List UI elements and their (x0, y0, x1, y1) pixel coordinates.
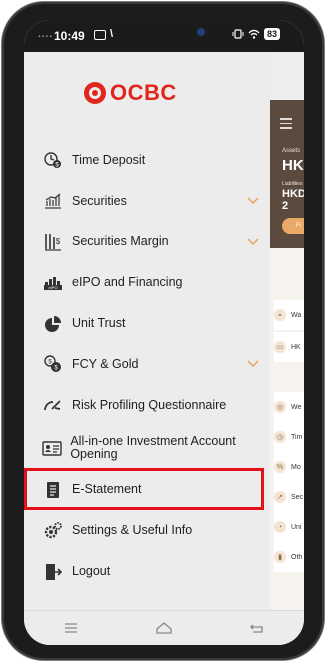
menu-item-label: Securities Margin (72, 234, 169, 249)
unit-trust-pie-icon (42, 313, 64, 335)
liabilities-value: HKD 2 (282, 188, 304, 212)
dashboard-row[interactable]: ↗ Sec (274, 482, 304, 512)
front-camera (197, 28, 205, 36)
bars-icon: ▮ (274, 551, 286, 563)
dashboard-row[interactable]: ▮ Oth (274, 542, 304, 572)
menu-item-label: Settings & Useful Info (72, 523, 193, 538)
clock-icon: ◷ (274, 431, 286, 443)
dashboard-row[interactable]: ◔ Uni (274, 512, 304, 542)
background-dashboard: Assets HKD Liabilities HKD 2 Fl ▪Wa ▭HK … (270, 100, 304, 610)
percent-icon: % (274, 461, 286, 473)
dashboard-row[interactable]: ▪ Wa (274, 300, 304, 330)
menu-nav-icon[interactable] (51, 618, 91, 638)
account-opening-icon (42, 437, 62, 459)
logout-icon (42, 561, 64, 583)
home-nav-icon[interactable] (144, 618, 184, 638)
status-time: 10:49 (54, 29, 85, 43)
assets-label: Assets (282, 148, 301, 154)
side-drawer: OCBC $ Time Deposit Securities $ Securit… (24, 52, 270, 610)
chevron-down-icon[interactable] (246, 193, 260, 207)
chevron-down-icon[interactable] (246, 234, 260, 248)
status-misc: \ (110, 28, 114, 40)
menu-item-securities-margin[interactable]: $ Securities Margin (24, 222, 270, 263)
menu-item-securities[interactable]: Securities (24, 181, 270, 222)
menu-item-unit-trust[interactable]: Unit Trust (24, 303, 270, 344)
menu-item-settings[interactable]: Settings & Useful Info (24, 510, 270, 551)
menu-item-eipo[interactable]: eIPO eIPO and Financing (24, 262, 270, 303)
dashboard-row[interactable]: % Mo (274, 452, 304, 482)
menu-item-label: eIPO and Financing (72, 275, 183, 290)
back-nav-icon[interactable] (237, 618, 277, 638)
dashboard-row[interactable]: ▭ HK (274, 332, 304, 362)
menu-item-label: All-in-one Investment Account Opening (70, 433, 236, 461)
liabilities-label: Liabilities (282, 181, 303, 187)
assets-currency: HKD (282, 157, 304, 174)
menu-item-label: Unit Trust (72, 316, 126, 331)
wealth-icon: ◎ (274, 401, 286, 413)
card-icon: ▭ (274, 341, 286, 353)
menu-item-time-deposit[interactable]: $ Time Deposit (24, 140, 270, 181)
phone-frame: .... 10:49 \ 83 Assets HKD Liabilities H… (2, 2, 324, 660)
android-nav-bar (24, 610, 304, 645)
chevron-down-icon[interactable] (246, 356, 260, 370)
dashboard-pill-button[interactable]: Fl (282, 218, 304, 234)
status-right: 83 (232, 28, 280, 40)
menu-item-fcy-gold[interactable]: $ $ FCY & Gold (24, 344, 270, 385)
signal-dots: .... (38, 29, 54, 40)
svg-text:$: $ (56, 237, 61, 246)
dashboard-row[interactable]: ◷ Tim (274, 422, 304, 452)
wallet-icon: ▪ (274, 309, 286, 321)
screen: .... 10:49 \ 83 Assets HKD Liabilities H… (24, 20, 304, 645)
chart-icon: ↗ (274, 491, 286, 503)
dashboard-header: Assets HKD Liabilities HKD 2 Fl (270, 100, 304, 248)
securities-margin-icon: $ (42, 231, 64, 253)
hamburger-icon (280, 118, 292, 132)
status-bar: .... 10:49 \ 83 (24, 20, 304, 52)
vibrate-icon (232, 29, 244, 39)
menu-item-label: Risk Profiling Questionnaire (72, 397, 227, 412)
menu-item-risk-profiling[interactable]: Risk Profiling Questionnaire (24, 385, 270, 426)
svg-text:eIPO: eIPO (48, 285, 57, 290)
ocbc-logo-text: OCBC (110, 80, 177, 105)
menu-item-label: Logout (72, 564, 111, 579)
e-statement-highlight-box (24, 468, 264, 510)
pie-icon: ◔ (274, 521, 286, 533)
settings-gear-icon (42, 520, 64, 542)
ocbc-logo-mark (84, 82, 106, 104)
drawer-menu: $ Time Deposit Securities $ Securities M… (24, 140, 270, 592)
eipo-icon: eIPO (42, 272, 64, 294)
dashboard-row[interactable]: ◎ We (274, 392, 304, 422)
time-deposit-icon: $ (42, 149, 64, 171)
message-icon (94, 30, 106, 40)
wifi-icon (248, 29, 260, 39)
battery-icon: 83 (263, 28, 280, 40)
menu-item-account-opening[interactable]: All-in-one Investment Account Opening (24, 426, 270, 470)
risk-gauge-icon (42, 394, 64, 416)
menu-item-label: FCY & Gold (72, 356, 139, 371)
securities-chart-icon (42, 190, 64, 212)
menu-item-label: Time Deposit (72, 152, 146, 167)
fcy-gold-icon: $ $ (42, 353, 64, 375)
menu-item-logout[interactable]: Logout (24, 551, 270, 592)
ocbc-logo: OCBC (84, 80, 177, 106)
menu-item-label: Securities (72, 193, 127, 208)
